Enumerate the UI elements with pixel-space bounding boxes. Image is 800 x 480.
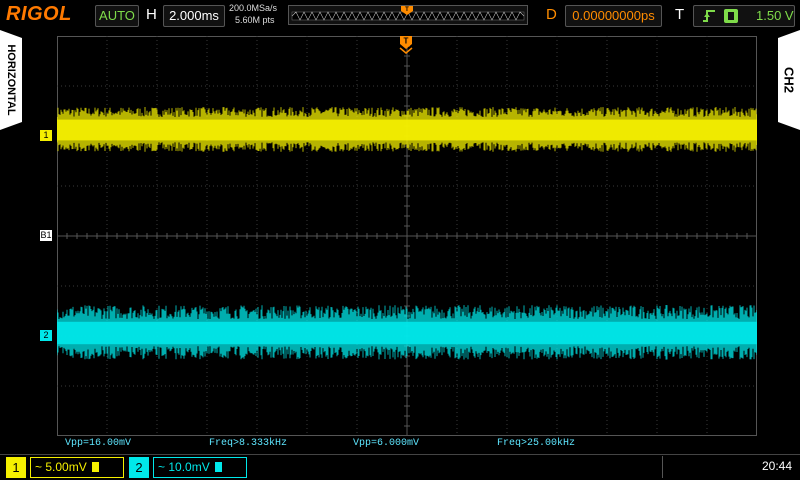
ch1-scale-field[interactable]: ~ 5.00mV — [30, 457, 124, 478]
ch2-badge[interactable]: 2 — [129, 457, 149, 478]
bottom-divider — [0, 454, 800, 455]
ch1-vpp-measurement: Vpp=16.00mV — [65, 438, 132, 449]
delay-label: D — [546, 6, 557, 23]
horizontal-menu-tab[interactable]: HORIZONTAL — [0, 30, 22, 130]
ac-coupling-icon: ~ — [35, 460, 43, 474]
memory-position-strip[interactable]: T — [288, 5, 528, 25]
ch1-freq-measurement: Freq>8.333kHz — [209, 438, 288, 449]
trigger-position-letter: T — [404, 37, 409, 46]
bus-b1-marker[interactable]: B1 — [40, 230, 52, 241]
ch2-scale-value: 10.0mV — [168, 460, 210, 474]
status-divider — [662, 456, 663, 478]
horizontal-label: H — [146, 6, 157, 23]
memory-trigger-letter: T — [405, 7, 409, 13]
trigger-position-marker[interactable]: T — [399, 36, 413, 54]
timebase-value[interactable]: 2.000ms — [163, 5, 225, 27]
ch1-scale-value: 5.00mV — [45, 460, 87, 474]
system-clock: 20:44 — [762, 459, 793, 473]
brand-logo: RIGOL — [6, 3, 72, 25]
trigger-level: 1.50 V — [756, 8, 794, 23]
trigger-label: T — [675, 6, 685, 23]
sample-rate: 200.0MSa/s — [229, 3, 278, 13]
rising-edge-icon — [703, 10, 715, 22]
ch2-tab-label: CH2 — [781, 66, 797, 94]
ch2-scale-field[interactable]: ~ 10.0mV — [153, 457, 247, 478]
ch2-vpp-measurement: Vpp=6.000mV — [353, 438, 420, 449]
ac-coupling-icon: ~ — [158, 460, 166, 474]
ch1-badge[interactable]: 1 — [6, 457, 26, 478]
horizontal-tab-label: HORIZONTAL — [5, 44, 17, 116]
ch1-bandwidth-icon — [92, 462, 100, 472]
ch2-offset-marker[interactable]: 2 — [40, 330, 52, 341]
ch2-freq-measurement: Freq>25.00kHz — [497, 438, 576, 449]
ch2-menu-tab[interactable]: CH2 — [778, 30, 800, 130]
run-state-indicator[interactable]: AUTO — [95, 5, 139, 27]
trigger-source-icon — [724, 9, 738, 23]
ch1-offset-marker[interactable]: 1 — [40, 130, 52, 141]
waveform-display[interactable] — [57, 36, 757, 436]
ch2-bandwidth-icon — [215, 462, 223, 472]
memory-depth: 5.60M pts — [235, 15, 275, 25]
delay-value[interactable]: 0.00000000ps — [565, 5, 662, 27]
trigger-settings[interactable]: 1.50 V — [693, 5, 795, 27]
